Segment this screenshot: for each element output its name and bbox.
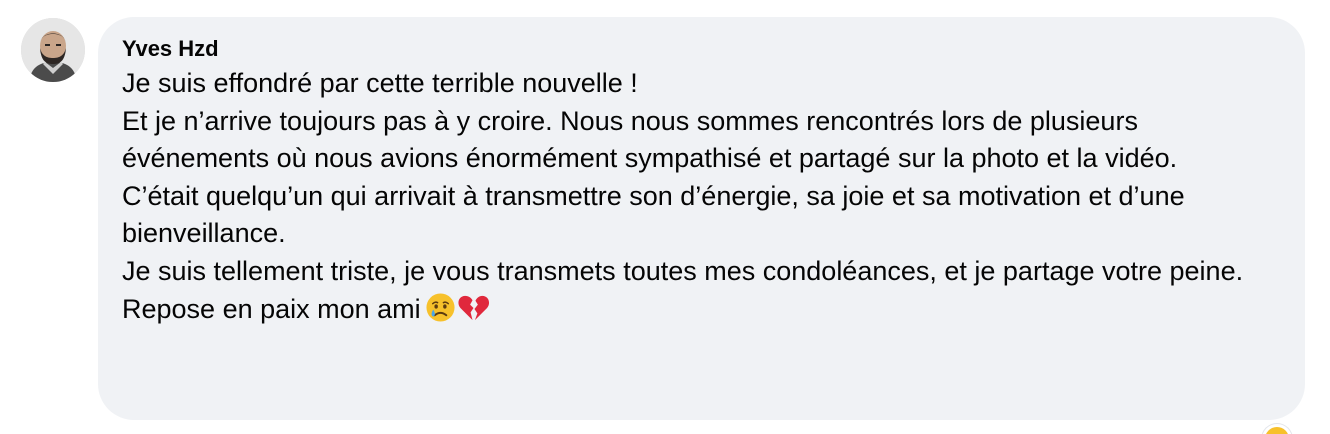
comment-line-text: Repose en paix mon ami: [122, 293, 421, 324]
broken-heart-emoji: [457, 292, 490, 334]
comment-last-line: Repose en paix mon ami: [122, 291, 1281, 334]
crying-face-emoji: [425, 292, 456, 334]
comment-text: Je suis effondré par cette terrible nouv…: [122, 65, 1281, 333]
comment-bubble: Yves Hzd Je suis effondré par cette terr…: [98, 17, 1305, 420]
avatar-photo: [21, 18, 85, 82]
comment-line: Je suis tellement triste, je vous transm…: [122, 255, 1244, 286]
author-name[interactable]: Yves Hzd: [122, 35, 219, 63]
comment: Yves Hzd Je suis effondré par cette terr…: [0, 0, 1330, 434]
author-avatar[interactable]: [21, 18, 85, 82]
reaction-button[interactable]: [1262, 424, 1292, 434]
comment-line: Et je n’arrive toujours pas à y croire. …: [122, 105, 1178, 174]
comment-line: C’était quelqu’un qui arrivait à transme…: [122, 180, 1193, 249]
comment-line: Je suis effondré par cette terrible nouv…: [122, 68, 638, 98]
smiley-icon: [1266, 427, 1288, 434]
